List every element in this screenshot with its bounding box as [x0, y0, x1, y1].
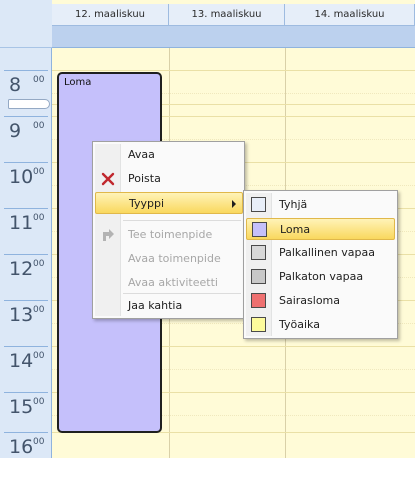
- hour-label-9: 9 00: [0, 116, 52, 162]
- day-header-2[interactable]: 13. maaliskuu: [169, 4, 285, 26]
- hour-number: 16: [9, 436, 34, 458]
- hour-minutes: 00: [33, 437, 45, 447]
- type-item-empty[interactable]: Tyhjä: [246, 194, 395, 216]
- hour-gridline: [52, 70, 415, 71]
- hour-label-16: 16 00: [0, 432, 52, 478]
- hour-number: 15: [9, 396, 34, 418]
- delete-x-icon: [101, 172, 115, 186]
- menu-item-label: Sairasloma: [279, 294, 341, 307]
- color-swatch-icon: [251, 245, 266, 260]
- menu-item-type[interactable]: Tyyppi: [95, 192, 243, 214]
- type-item-sick-leave[interactable]: Sairasloma: [246, 290, 395, 312]
- menu-item-delete[interactable]: Poista: [95, 168, 242, 190]
- hour-number: 12: [9, 258, 34, 280]
- hour-number: 9: [9, 120, 22, 142]
- current-time-marker: [8, 99, 50, 109]
- appointment-title: Loma: [64, 77, 92, 88]
- menu-item-perform-action[interactable]: Tee toimenpide: [95, 224, 242, 246]
- menu-item-label: Avaa aktiviteetti: [128, 276, 218, 289]
- type-item-paid-leave[interactable]: Palkallinen vapaa: [246, 242, 395, 264]
- action-arrow-icon: [103, 229, 114, 241]
- color-swatch-icon: [251, 269, 266, 284]
- hour-minutes: 00: [33, 213, 45, 223]
- menu-item-open-action[interactable]: Avaa toimenpide: [95, 248, 242, 270]
- menu-item-label: Palkaton vapaa: [279, 270, 364, 283]
- hour-minutes: 00: [33, 259, 45, 269]
- menu-item-label: Jaa kahtia: [128, 299, 183, 312]
- hour-minutes: 00: [33, 75, 45, 85]
- menu-item-label: Avaa: [128, 148, 155, 161]
- menu-separator: [123, 220, 241, 221]
- type-item-unpaid-leave[interactable]: Palkaton vapaa: [246, 266, 395, 288]
- hour-number: 14: [9, 350, 34, 372]
- menu-item-open[interactable]: Avaa: [95, 144, 242, 166]
- submenu-arrow-icon: [232, 200, 236, 208]
- hour-label-8: 8 00: [0, 70, 52, 116]
- menu-item-label: Tyhjä: [279, 198, 308, 211]
- hour-number: 8: [9, 74, 22, 96]
- hour-label-14: 14 00: [0, 346, 52, 392]
- hour-label-13: 13 00: [0, 300, 52, 346]
- menu-item-label: Tyyppi: [129, 197, 165, 210]
- color-swatch-icon: [251, 197, 266, 212]
- time-ruler-header: [0, 0, 52, 48]
- menu-separator: [123, 293, 241, 294]
- hour-minutes: 00: [33, 351, 45, 361]
- color-swatch-icon: [252, 222, 267, 237]
- color-swatch-icon: [251, 317, 266, 332]
- menu-item-open-activity[interactable]: Avaa aktiviteetti: [95, 272, 242, 294]
- hour-label-12: 12 00: [0, 254, 52, 300]
- all-day-row[interactable]: [52, 26, 415, 48]
- hour-label-10: 10 00: [0, 162, 52, 208]
- hour-minutes: 00: [33, 121, 45, 131]
- menu-item-label: Työaika: [279, 318, 320, 331]
- hour-number: 13: [9, 304, 34, 326]
- hour-number: 11: [9, 212, 34, 234]
- type-item-loma[interactable]: Loma: [246, 218, 395, 240]
- hour-number: 10: [9, 166, 34, 188]
- hour-minutes: 00: [33, 305, 45, 315]
- hour-minutes: 00: [33, 167, 45, 177]
- context-menu: Avaa Poista Tyyppi Tee toimenpide Avaa t…: [92, 141, 245, 319]
- day-header-1[interactable]: 12. maaliskuu: [52, 4, 169, 26]
- day-header-3[interactable]: 14. maaliskuu: [285, 4, 415, 26]
- color-swatch-icon: [251, 293, 266, 308]
- menu-item-split[interactable]: Jaa kahtia: [95, 295, 242, 317]
- menu-item-label: Poista: [128, 172, 161, 185]
- type-submenu: Tyhjä Loma Palkallinen vapaa Palkaton va…: [243, 190, 398, 339]
- time-ruler: 8 00 9 00 10 00 11 00 12 00 13 00 14 00 …: [0, 0, 52, 458]
- type-item-working-time[interactable]: Työaika: [246, 314, 395, 336]
- hour-label-11: 11 00: [0, 208, 52, 254]
- menu-item-label: Avaa toimenpide: [128, 252, 221, 265]
- hour-minutes: 00: [33, 397, 45, 407]
- menu-item-label: Loma: [280, 223, 311, 236]
- menu-item-label: Tee toimenpide: [128, 228, 213, 241]
- menu-item-label: Palkallinen vapaa: [279, 246, 375, 259]
